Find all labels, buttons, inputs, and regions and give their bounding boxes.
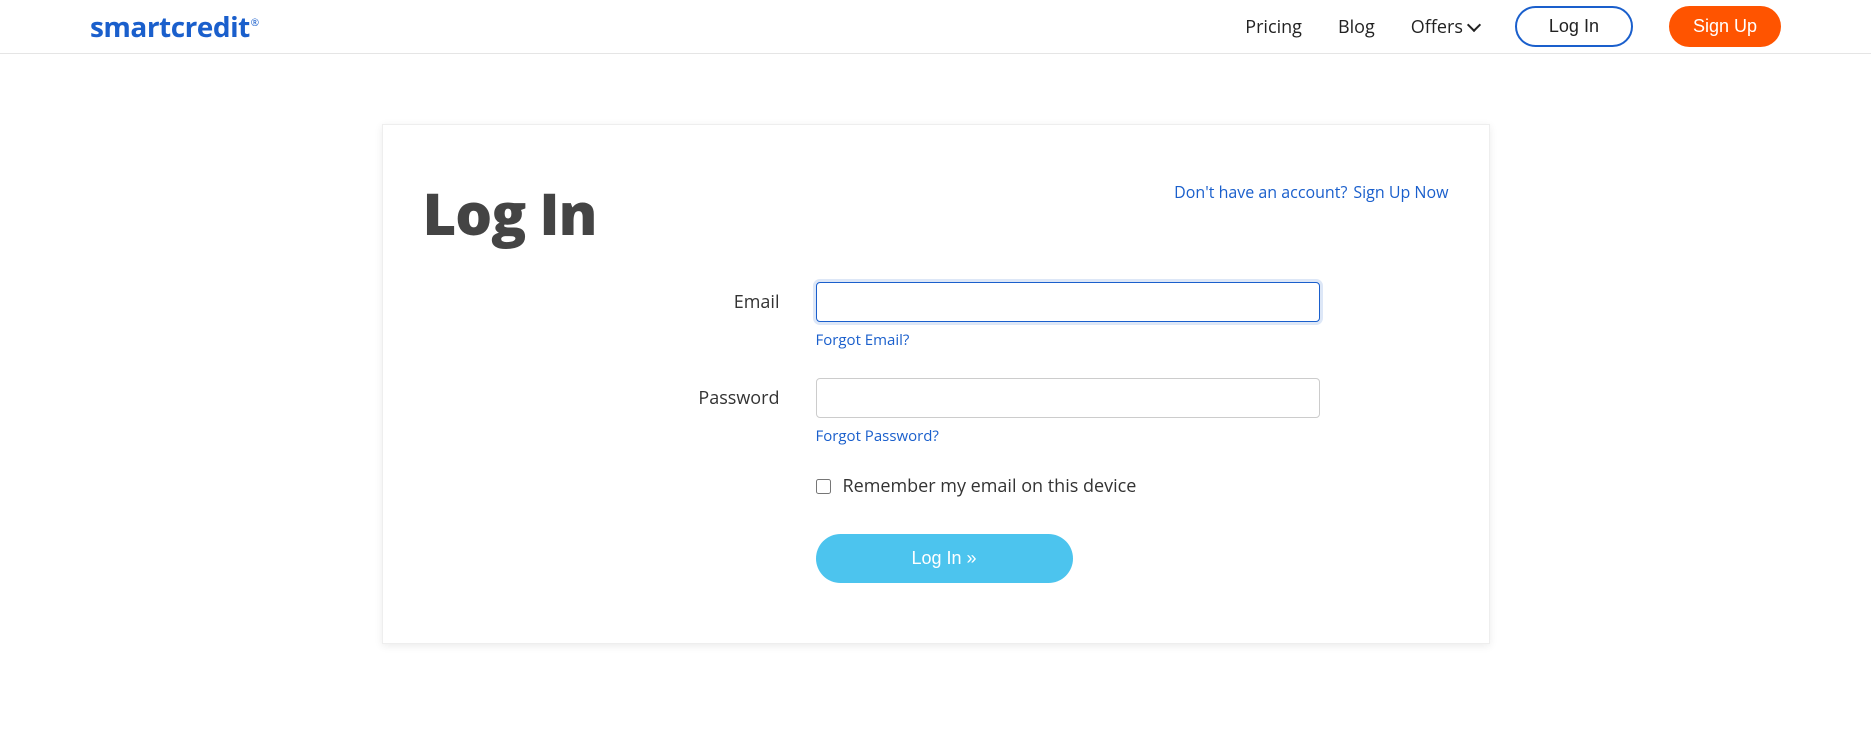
login-submit-button[interactable]: Log In » [816,534,1073,583]
chevron-down-icon [1467,17,1481,31]
brand-name: smartcredit [90,8,250,46]
email-row: Email Forgot Email? [496,282,1376,350]
login-card: Log In Don't have an account? Sign Up No… [382,124,1490,644]
site-header: smartcredit® Pricing Blog Offers Log In … [0,0,1871,54]
email-label: Email [496,282,816,314]
signup-prompt-text: Don't have an account? [1174,181,1347,203]
password-row: Password Forgot Password? [496,378,1376,446]
nav-offers[interactable]: Offers [1411,15,1479,39]
submit-row: Log In » [816,534,1376,583]
password-field-wrap: Forgot Password? [816,378,1320,446]
password-label: Password [496,378,816,410]
signup-prompt: Don't have an account? Sign Up Now [1174,181,1448,203]
card-header: Log In Don't have an account? Sign Up No… [423,173,1449,252]
email-input[interactable] [816,282,1320,322]
login-form: Email Forgot Email? Password Forgot Pass… [496,282,1376,583]
remember-row: Remember my email on this device [816,474,1376,498]
nav-offers-label: Offers [1411,15,1463,39]
nav-blog[interactable]: Blog [1338,15,1375,39]
forgot-password-link[interactable]: Forgot Password? [816,426,939,446]
signup-now-link[interactable]: Sign Up Now [1353,181,1448,203]
nav-signup-button[interactable]: Sign Up [1669,6,1781,47]
remember-checkbox[interactable] [816,479,831,494]
password-input[interactable] [816,378,1320,418]
nav-pricing[interactable]: Pricing [1245,15,1302,39]
page-title: Log In [423,173,597,252]
email-field-wrap: Forgot Email? [816,282,1320,350]
brand-logo[interactable]: smartcredit® [90,8,259,46]
main-nav: Pricing Blog Offers Log In Sign Up [1245,6,1781,47]
remember-label: Remember my email on this device [843,474,1137,498]
nav-login-button[interactable]: Log In [1515,6,1633,47]
forgot-email-link[interactable]: Forgot Email? [816,330,910,350]
brand-registered-mark: ® [251,15,259,29]
